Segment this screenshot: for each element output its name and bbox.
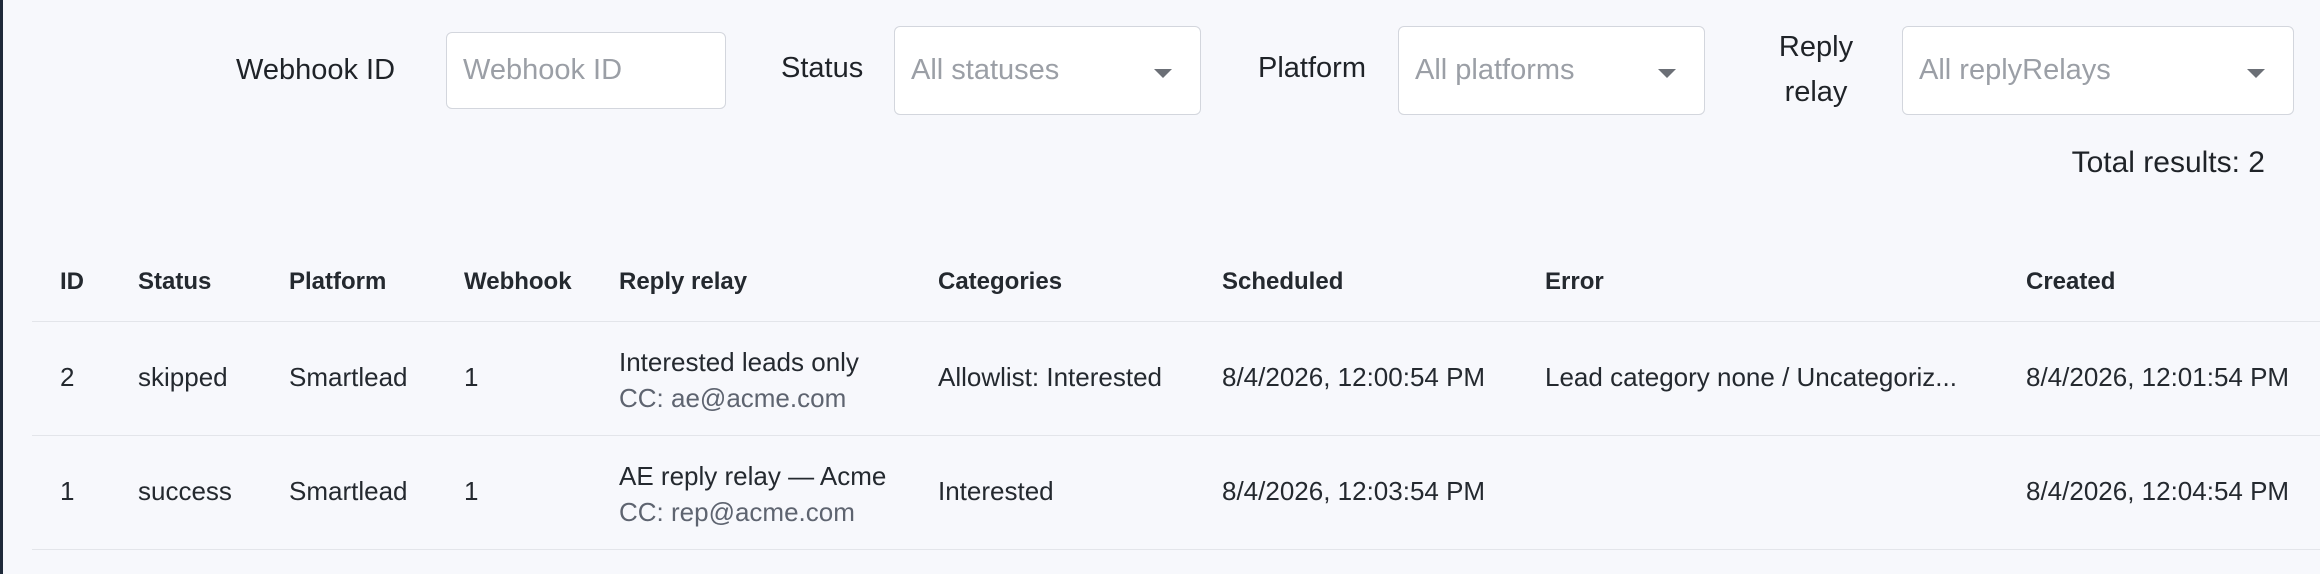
chevron-down-icon	[1658, 68, 1676, 78]
table-header: ID Status Platform Webhook Reply relay C…	[32, 250, 2320, 322]
webhook-id-field[interactable]	[446, 32, 726, 109]
table-row[interactable]: 1 success Smartlead 1 AE reply relay — A…	[32, 436, 2320, 550]
platform-select[interactable]: All platforms	[1398, 26, 1705, 115]
reply-relay-name: Interested leads only	[619, 347, 859, 377]
cell-created: 8/4/2026, 12:04:54 PM	[2026, 476, 2290, 506]
events-table: ID Status Platform Webhook Reply relay C…	[32, 250, 2320, 550]
cell-scheduled: 8/4/2026, 12:00:54 PM	[1222, 362, 1486, 392]
col-header-error[interactable]: Error	[1545, 268, 1604, 296]
cell-reply-relay: Interested leads only CC: ae@acme.com	[619, 344, 859, 416]
cell-scheduled: 8/4/2026, 12:03:54 PM	[1222, 476, 1486, 506]
reply-relay-label-line1: Reply	[1778, 31, 1854, 63]
reply-relay-label: Reply relay	[1770, 25, 1862, 115]
cell-error: Lead category none / Uncategoriz...	[1545, 362, 1957, 392]
cell-id: 2	[60, 362, 75, 392]
webhook-id-label: Webhook ID	[236, 54, 396, 86]
status-select-value: All statuses	[911, 54, 1060, 86]
cell-status: skipped	[138, 362, 228, 392]
reply-relay-name: AE reply relay — Acme	[619, 461, 887, 491]
reply-relay-label-line2: relay	[1784, 76, 1848, 108]
chevron-down-icon	[1154, 68, 1172, 78]
col-header-id[interactable]: ID	[60, 268, 84, 296]
col-header-status[interactable]: Status	[138, 268, 211, 296]
cell-platform: Smartlead	[289, 476, 408, 506]
status-select[interactable]: All statuses	[894, 26, 1201, 115]
cell-status: success	[138, 476, 232, 506]
platform-select-value: All platforms	[1415, 54, 1575, 86]
table-row[interactable]: 2 skipped Smartlead 1 Interested leads o…	[32, 322, 2320, 436]
cell-created: 8/4/2026, 12:01:54 PM	[2026, 362, 2290, 392]
reply-relay-cc: CC: ae@acme.com	[619, 383, 847, 413]
reply-relay-select[interactable]: All replyRelays	[1902, 26, 2294, 115]
col-header-scheduled[interactable]: Scheduled	[1222, 268, 1343, 296]
col-header-reply-relay[interactable]: Reply relay	[619, 268, 747, 296]
webhook-events-page: Webhook ID Status All statuses Platform …	[0, 0, 2320, 574]
cell-categories: Allowlist: Interested	[938, 362, 1162, 392]
cell-id: 1	[60, 476, 75, 506]
chevron-down-icon	[2247, 68, 2265, 78]
reply-relay-cc: CC: rep@acme.com	[619, 497, 855, 527]
platform-label: Platform	[1258, 52, 1366, 84]
cell-webhook: 1	[464, 476, 479, 506]
total-results: Total results: 2	[2071, 146, 2265, 179]
col-header-categories[interactable]: Categories	[938, 268, 1062, 296]
webhook-id-input[interactable]	[463, 54, 725, 87]
col-header-created[interactable]: Created	[2026, 268, 2115, 296]
cell-platform: Smartlead	[289, 362, 408, 392]
col-header-webhook[interactable]: Webhook	[464, 268, 572, 296]
cell-categories: Interested	[938, 476, 1054, 506]
reply-relay-select-value: All replyRelays	[1919, 54, 2111, 86]
left-border	[0, 0, 3, 574]
col-header-platform[interactable]: Platform	[289, 268, 386, 296]
cell-webhook: 1	[464, 362, 479, 392]
cell-reply-relay: AE reply relay — Acme CC: rep@acme.com	[619, 458, 886, 530]
status-label: Status	[781, 52, 864, 84]
